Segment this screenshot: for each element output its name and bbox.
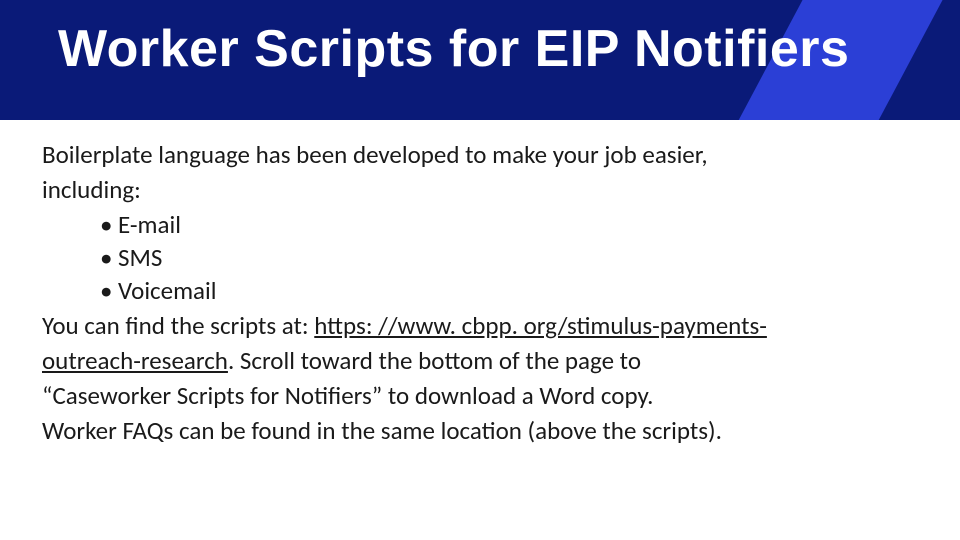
slide: Worker Scripts for EIP Notifiers Boilerp… xyxy=(0,0,960,540)
scripts-link-part2[interactable]: outreach-research xyxy=(42,345,228,376)
intro-line-1: Boilerplate language has been developed … xyxy=(42,138,918,171)
list-item: • E-mail xyxy=(100,208,918,241)
slide-body: Boilerplate language has been developed … xyxy=(42,138,918,449)
after-link-1: . Scroll toward the bottom of the page t… xyxy=(228,345,641,376)
bullet-label: E-mail xyxy=(118,208,181,241)
find-prefix: You can find the scripts at: xyxy=(42,310,314,341)
find-scripts-line-1: You can find the scripts at: https: //ww… xyxy=(42,309,918,342)
scripts-link-part1[interactable]: https: //www. cbpp. org/stimulus-payment… xyxy=(314,310,767,341)
bullet-label: Voicemail xyxy=(118,274,217,307)
faq-line: Worker FAQs can be found in the same loc… xyxy=(42,414,918,447)
bullet-label: SMS xyxy=(118,241,162,274)
list-item: • Voicemail xyxy=(100,274,918,307)
find-scripts-line-2: outreach-research. Scroll toward the bot… xyxy=(42,344,918,377)
after-link-2: “Caseworker Scripts for Notifiers” to do… xyxy=(42,379,918,412)
bullet-dot-icon: • xyxy=(100,208,118,241)
bullet-dot-icon: • xyxy=(100,241,118,274)
list-item: • SMS xyxy=(100,241,918,274)
slide-title: Worker Scripts for EIP Notifiers xyxy=(58,22,849,77)
title-bar: Worker Scripts for EIP Notifiers xyxy=(0,0,960,120)
bullet-list: • E-mail • SMS • Voicemail xyxy=(100,208,918,307)
intro-line-2: including: xyxy=(42,173,918,206)
bullet-dot-icon: • xyxy=(100,274,118,307)
